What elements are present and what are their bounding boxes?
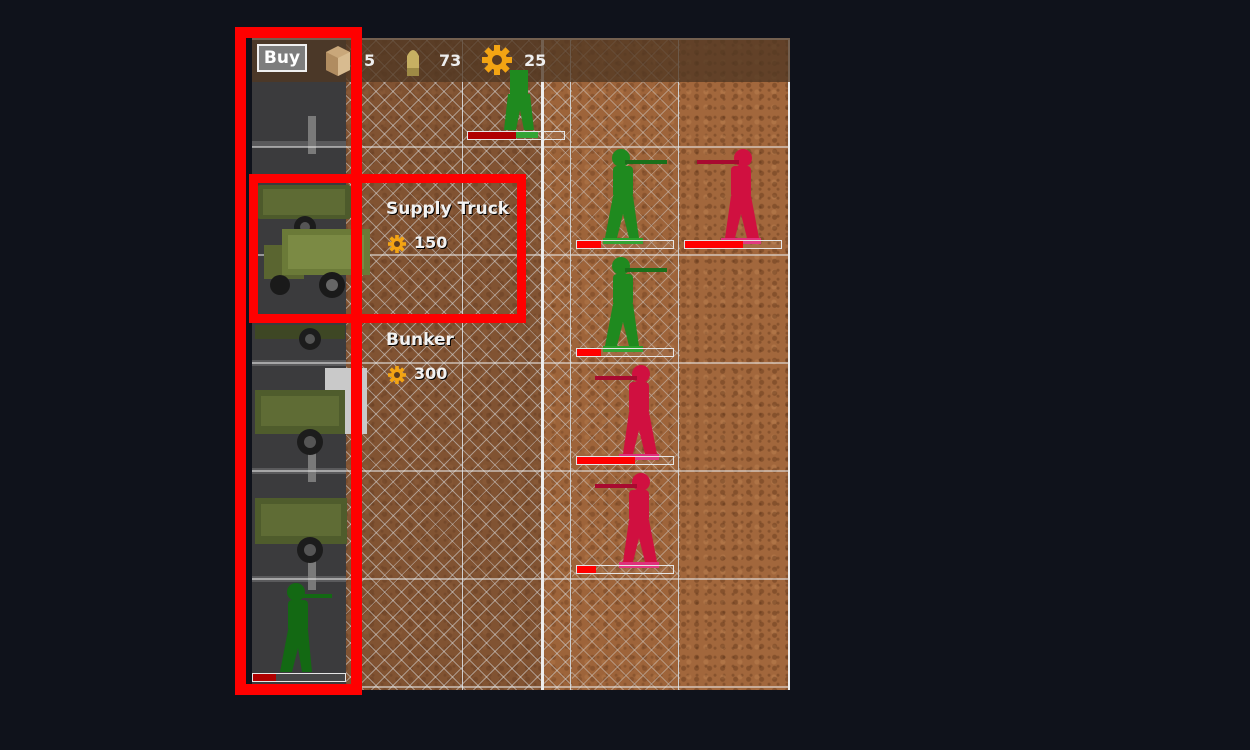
gears-count: 25 <box>524 51 547 70</box>
shop-item-cost: 150 <box>414 233 448 252</box>
green-soldier[interactable] <box>490 70 550 140</box>
gear-icon <box>388 366 406 384</box>
health-bar <box>467 131 565 140</box>
shop-item-supply-truck[interactable]: Supply Truck 150 <box>257 183 520 313</box>
health-bar <box>576 348 674 357</box>
board-edge <box>788 38 790 690</box>
health-bar <box>252 673 346 682</box>
red-soldier[interactable] <box>595 364 667 464</box>
health-bar <box>684 240 782 249</box>
shop-item-cost: 300 <box>414 364 448 383</box>
red-soldier[interactable] <box>595 472 667 572</box>
grid-line <box>678 38 679 690</box>
green-soldier[interactable] <box>595 256 667 356</box>
green-soldier[interactable] <box>272 582 332 678</box>
green-soldier[interactable] <box>595 148 667 248</box>
supplies-count: 5 <box>364 51 376 70</box>
health-bar <box>576 240 674 249</box>
health-bar <box>576 456 674 465</box>
shop-item-name: Supply Truck <box>386 199 510 219</box>
ammo-count: 73 <box>439 51 462 70</box>
grid-line <box>252 686 790 688</box>
shop-item-name: Bunker <box>386 330 454 350</box>
grid-line <box>570 38 571 690</box>
red-soldier[interactable] <box>697 148 769 248</box>
bullet-icon <box>407 50 419 76</box>
shop-item-bunker[interactable]: Bunker 300 <box>257 318 520 418</box>
buy-button[interactable]: Buy <box>257 44 307 72</box>
gear-icon <box>388 235 406 253</box>
army-truck <box>255 498 347 563</box>
road-post <box>308 116 316 154</box>
grid-line <box>252 470 790 472</box>
crate-icon <box>326 46 350 76</box>
health-bar <box>576 565 674 574</box>
grid-line <box>252 578 790 580</box>
